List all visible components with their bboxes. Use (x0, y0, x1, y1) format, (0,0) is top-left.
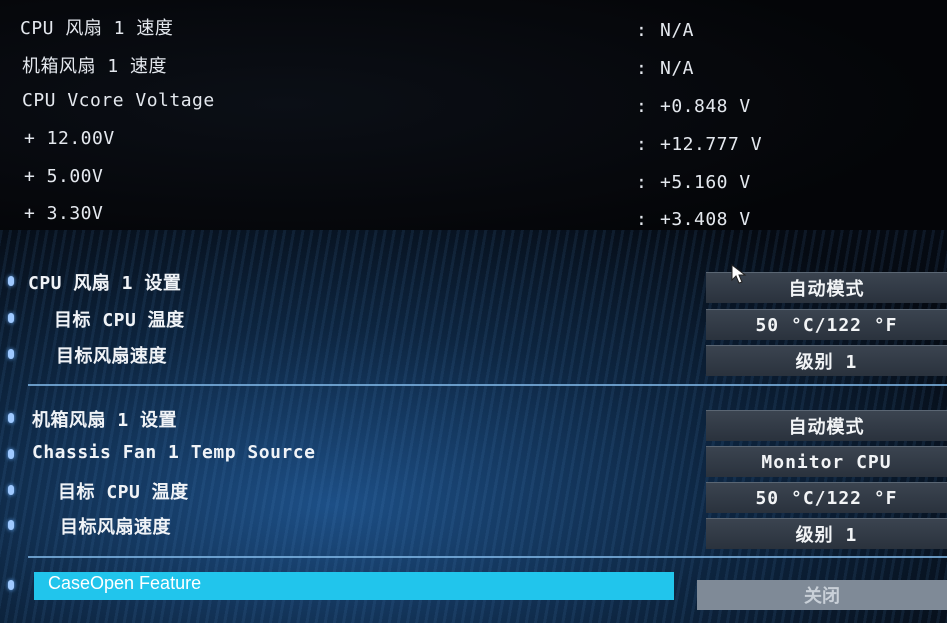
monitor-colon: : (636, 20, 647, 41)
monitor-value: N/A (660, 20, 695, 41)
monitor-value: +0.848 V (660, 96, 751, 117)
monitor-value: N/A (660, 58, 695, 79)
item-indicator-icon (8, 413, 14, 423)
chassis-target-temp-label: 目标 CPU 温度 (58, 482, 189, 503)
monitor-colon: : (636, 58, 647, 79)
case-open-button[interactable]: 关闭 (697, 580, 947, 610)
item-indicator-icon (8, 449, 14, 459)
cpu-target-speed-button[interactable]: 级别 1 (706, 345, 947, 376)
chassis-fan-setting-label: 机箱风扇 1 设置 (32, 410, 178, 431)
monitor-label: + 12.00V (24, 128, 115, 149)
item-indicator-icon (8, 580, 14, 590)
section-divider (28, 384, 947, 386)
monitor-value: +5.160 V (660, 172, 751, 193)
chassis-fan-setting-button[interactable]: 自动模式 (706, 410, 947, 441)
monitor-label: CPU 风扇 1 速度 (20, 18, 174, 39)
cpu-fan-setting-label: CPU 风扇 1 设置 (28, 273, 182, 294)
monitor-row-3v3: + 3.30V : +3.408 V (0, 203, 947, 233)
monitor-colon: : (636, 172, 647, 193)
monitor-row-cpu-fan-speed: CPU 风扇 1 速度 : N/A (0, 14, 947, 44)
monitor-row-12v: + 12.00V : +12.777 V (0, 128, 947, 158)
case-open-label: CaseOpen Feature (48, 573, 202, 593)
item-indicator-icon (8, 485, 14, 495)
monitor-label: 机箱风扇 1 速度 (22, 56, 168, 77)
monitor-value: +3.408 V (660, 209, 751, 230)
monitor-colon: : (636, 96, 647, 117)
cpu-target-speed-label: 目标风扇速度 (56, 346, 167, 367)
monitor-row-chassis-fan-speed: 机箱风扇 1 速度 : N/A (0, 52, 947, 82)
monitor-row-5v: + 5.00V : +5.160 V (0, 166, 947, 196)
monitor-row-vcore: CPU Vcore Voltage : +0.848 V (0, 90, 947, 120)
monitor-label: + 5.00V (24, 166, 104, 187)
item-indicator-icon (8, 520, 14, 530)
monitor-value: +12.777 V (660, 134, 763, 155)
item-indicator-icon (8, 313, 14, 323)
section-divider (28, 556, 947, 558)
chassis-target-speed-label: 目标风扇速度 (60, 517, 171, 538)
cpu-target-temp-label: 目标 CPU 温度 (54, 310, 185, 331)
chassis-target-speed-button[interactable]: 级别 1 (706, 518, 947, 549)
monitor-colon: : (636, 209, 647, 230)
cpu-target-temp-button[interactable]: 50 °C/122 °F (706, 309, 947, 340)
monitor-colon: : (636, 134, 647, 155)
monitor-label: + 3.30V (24, 203, 104, 224)
item-indicator-icon (8, 349, 14, 359)
chassis-temp-source-button[interactable]: Monitor CPU (706, 446, 947, 477)
chassis-target-temp-button[interactable]: 50 °C/122 °F (706, 482, 947, 513)
chassis-temp-source-label: Chassis Fan 1 Temp Source (32, 442, 316, 463)
mouse-cursor-icon (731, 264, 747, 284)
item-indicator-icon (8, 276, 14, 286)
monitor-label: CPU Vcore Voltage (22, 90, 215, 111)
